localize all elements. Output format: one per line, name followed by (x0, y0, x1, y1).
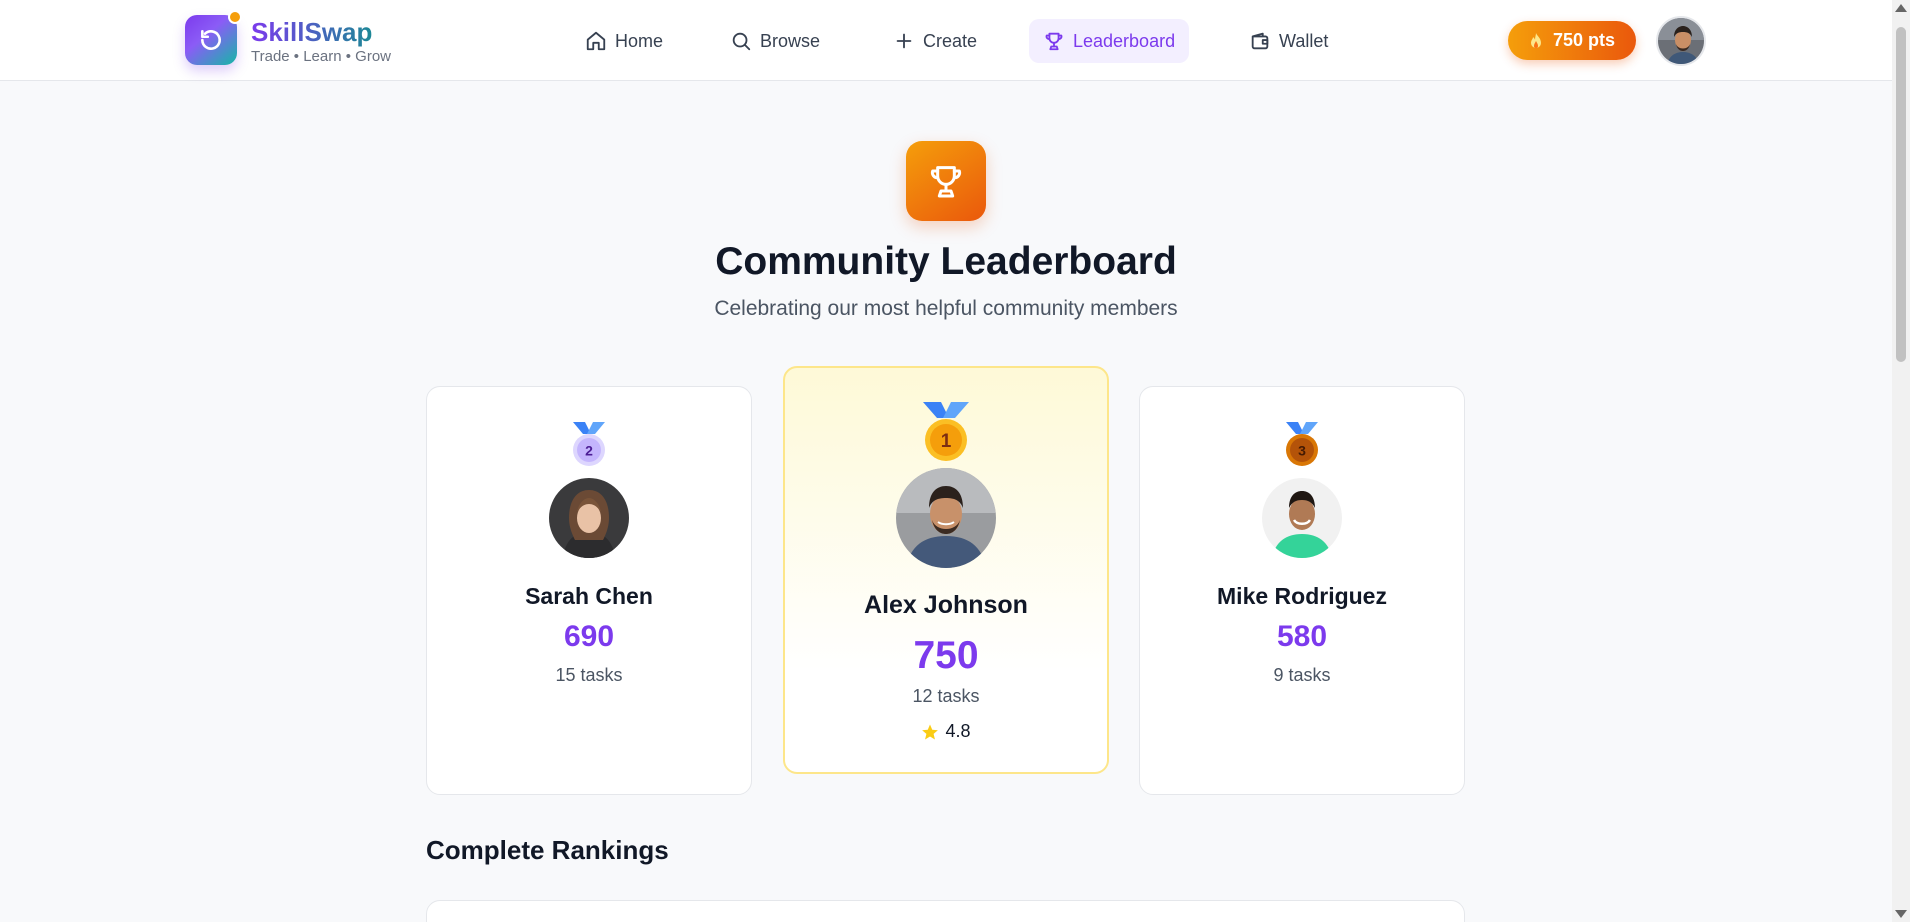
trophy-icon (1045, 32, 1063, 51)
trophy-icon (930, 166, 962, 198)
brand-name: SkillSwap (251, 17, 391, 47)
home-icon (586, 31, 606, 51)
player-score: 690 (563, 620, 615, 653)
player-score: 580 (1276, 620, 1328, 653)
fire-icon (1530, 32, 1541, 48)
player-name: Sarah Chen (525, 583, 653, 609)
avatar (549, 478, 629, 558)
nav-wallet-label: Wallet (1279, 30, 1329, 51)
player-name: Alex Johnson (864, 591, 1028, 619)
app-logo[interactable] (185, 10, 242, 65)
brand[interactable]: SkillSwap Trade • Learn • Grow (251, 17, 391, 65)
notification-dot (228, 10, 242, 24)
nav-create[interactable]: Create (879, 19, 991, 63)
podium-card-second[interactable]: 2 Sarah Chen 690 15 tasks (426, 386, 752, 795)
wallet-icon (1251, 32, 1269, 50)
user-avatar[interactable] (1656, 16, 1706, 66)
player-score: 750 (913, 634, 979, 677)
search-icon (732, 32, 751, 51)
podium-card-first[interactable]: 1 Alex Johnson 750 12 tasks 4.8 (783, 366, 1109, 774)
page-title: Community Leaderboard (715, 240, 1177, 283)
nav-wallet[interactable]: Wallet (1235, 19, 1342, 63)
nav-home-label: Home (615, 30, 664, 51)
podium-card-third[interactable]: 3 Mike Rodriguez 580 9 tasks (1139, 386, 1465, 795)
medal-rank: 3 (1298, 443, 1306, 459)
rating-value: 4.8 (945, 721, 971, 741)
brand-tagline: Trade • Learn • Grow (251, 48, 392, 65)
player-rating: 4.8 (785, 721, 1107, 742)
nav-browse-label: Browse (760, 30, 821, 51)
medal-icon: 1 (923, 402, 969, 461)
rankings-title: Complete Rankings (426, 835, 669, 865)
points-value: 750 pts (1552, 30, 1616, 50)
avatar (896, 468, 996, 568)
rankings-list (426, 900, 1465, 922)
plus-icon (896, 33, 912, 49)
nav-leaderboard[interactable]: Leaderboard (1029, 19, 1190, 63)
scrollbar-thumb[interactable] (1896, 27, 1906, 362)
player-tasks: 9 tasks (1273, 665, 1331, 685)
top-navigation-bar: SkillSwap Trade • Learn • Grow Home Brow… (0, 0, 1892, 81)
page-subtitle: Celebrating our most helpful community m… (714, 297, 1178, 320)
player-tasks: 15 tasks (555, 665, 623, 685)
nav-home[interactable]: Home (571, 19, 677, 63)
scrollbar[interactable] (1892, 0, 1910, 922)
trophy-badge (906, 141, 986, 221)
avatar (1262, 478, 1342, 558)
medal-rank: 2 (585, 443, 593, 459)
nav-create-label: Create (923, 30, 978, 51)
refresh-icon (201, 30, 221, 50)
medal-icon: 2 (573, 422, 605, 466)
points-badge[interactable]: 750 pts (1508, 21, 1636, 60)
scroll-down-arrow[interactable] (1895, 910, 1907, 918)
player-tasks: 12 tasks (912, 686, 980, 706)
avatar-image (1658, 18, 1704, 64)
player-name: Mike Rodriguez (1217, 583, 1387, 609)
medal-rank: 1 (941, 431, 952, 452)
scroll-up-arrow[interactable] (1895, 4, 1907, 12)
star-icon (922, 724, 939, 739)
nav-leaderboard-label: Leaderboard (1073, 30, 1176, 51)
nav-browse[interactable]: Browse (716, 19, 834, 63)
medal-icon: 3 (1286, 422, 1318, 466)
